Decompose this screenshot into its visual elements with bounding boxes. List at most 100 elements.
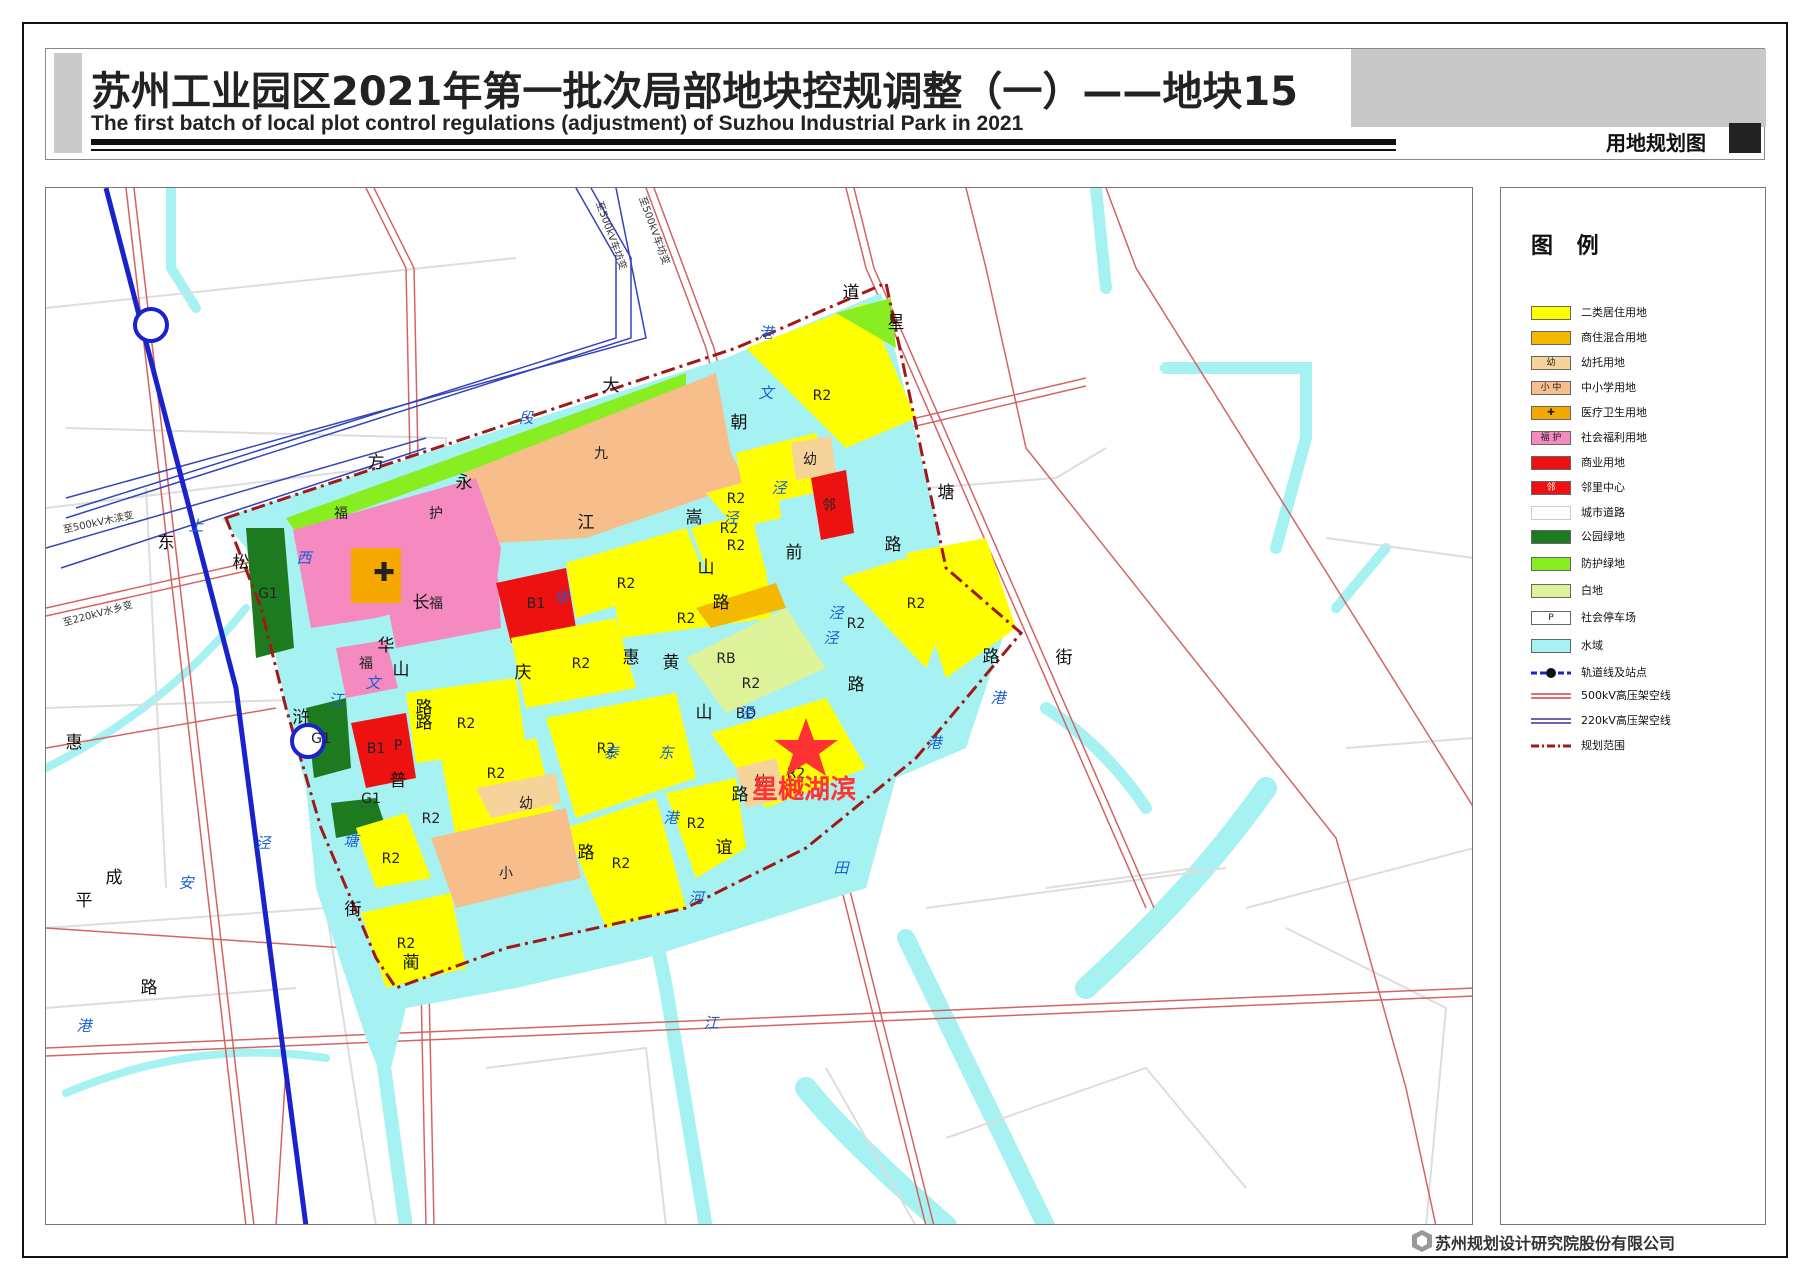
water-char: 文 (365, 674, 382, 692)
road-char: 路 (848, 675, 865, 695)
road-char: 成 (106, 868, 123, 888)
road-char: 惠 (66, 733, 83, 753)
label-r2: R2 (382, 851, 401, 867)
legend-swatch (1531, 714, 1571, 728)
road-char: 路 (416, 698, 433, 718)
legend-label: 幼托用地 (1581, 356, 1625, 369)
legend-swatch: 小 中 (1531, 381, 1571, 395)
road-char: 谊 (716, 838, 733, 858)
legend-swatch (1531, 456, 1571, 470)
transmission-label: 至500kV木渎变 (62, 508, 135, 536)
title-grey-block (1351, 49, 1766, 127)
label-parking: P (394, 738, 402, 754)
road-char: 山 (698, 558, 715, 578)
water-char: 泾 (828, 604, 845, 622)
legend-swatch (1531, 331, 1571, 345)
legend-label: 医疗卫生用地 (1581, 406, 1647, 419)
label-welfare: 福 (334, 506, 348, 522)
label-school: 小 (499, 866, 513, 882)
road-char: 星 (888, 313, 905, 333)
company-logo-icon (1412, 1230, 1432, 1252)
legend-swatch (1531, 306, 1571, 320)
legend-swatch (1531, 689, 1571, 703)
water-char: 江 (328, 691, 345, 709)
label-kindergarten: 幼 (803, 452, 817, 468)
legend-swatch: 幼 (1531, 356, 1571, 370)
road-char: 路 (578, 843, 595, 863)
road-char: 浒 (293, 708, 310, 728)
legend-label: 规划范围 (1581, 739, 1625, 752)
legend-label: 公园绿地 (1581, 530, 1625, 543)
title-block: 苏州工业园区2021年第一批次局部地块控规调整（一）——地块15 The fir… (45, 48, 1766, 160)
road-char: 道 (843, 283, 860, 303)
road-char: 平 (76, 891, 93, 911)
label-r2: R2 (742, 676, 761, 692)
legend-swatch (1531, 666, 1571, 680)
water-char: 段 (518, 409, 535, 427)
road-char: 路 (983, 647, 1000, 667)
legend-label: 二类居住用地 (1581, 306, 1647, 319)
label-r2: R2 (487, 766, 506, 782)
medical-cross-icon: ✚ (373, 558, 395, 588)
road-char: 长 (413, 593, 430, 613)
company-name: 苏州规划设计研究院股份有限公司 (1435, 1234, 1676, 1253)
label-rb: RB (716, 651, 735, 667)
water-char: 上 (188, 517, 204, 535)
legend-label: 邻里中心 (1581, 481, 1625, 494)
road-char: 山 (393, 660, 410, 680)
road-char: 路 (885, 535, 902, 555)
water-char: 安 (178, 874, 195, 892)
legend-label: 水域 (1581, 639, 1603, 652)
road-char: 路 (713, 593, 730, 613)
label-welfare-care: 护 (429, 506, 443, 522)
legend-label: 轨道线及站点 (1581, 666, 1647, 679)
label-neighborhood: 邻 (822, 498, 836, 514)
water-char: 泾 (255, 834, 272, 852)
water-char: 东 (658, 744, 675, 762)
land-use-map[interactable]: R2 R2 R2 R2 R2 R2 R2 R2 R2 R2 R2 R2 R2 R… (46, 188, 1473, 1225)
road-char: 嵩 (686, 508, 703, 528)
road-char: 松 (233, 553, 250, 573)
map-panel[interactable]: R2 R2 R2 R2 R2 R2 R2 R2 R2 R2 R2 R2 R2 R… (45, 187, 1473, 1225)
rail-station-north (133, 307, 169, 343)
road-char: 庆 (515, 663, 532, 683)
label-r2: R2 (847, 616, 866, 632)
legend-label: 社会福利用地 (1581, 431, 1647, 444)
label-kindergarten: 幼 (519, 796, 533, 812)
label-r2: R2 (572, 656, 591, 672)
label-welfare: 福 (429, 596, 443, 612)
label-r2: R2 (727, 538, 746, 554)
legend-label: 中小学用地 (1581, 381, 1636, 394)
road-char: 普 (390, 771, 407, 791)
transmission-label: 至500kV车坊变 (593, 200, 630, 272)
label-nine: 九 (594, 446, 608, 462)
label-r2: R2 (677, 611, 696, 627)
legend-swatch: ✚ (1531, 406, 1571, 420)
label-b1: B1 (367, 741, 386, 757)
water-char: 田 (833, 859, 850, 877)
road-char: 大 (603, 376, 620, 396)
road-char: 朝 (731, 413, 748, 433)
legend-swatch (1531, 506, 1571, 520)
legend-label: 社会停车场 (1581, 611, 1636, 624)
road-char: 塘 (938, 483, 955, 503)
road-char: 街 (345, 900, 362, 920)
road-char: 路 (732, 785, 749, 805)
legend-swatch (1531, 584, 1571, 598)
label-g1: G1 (361, 791, 381, 807)
transmission-label: 至500kV车坊变 (636, 195, 673, 267)
label-welfare: 福 (359, 656, 373, 672)
label-r2: R2 (727, 491, 746, 507)
road-char: 山 (696, 703, 713, 723)
road-char: 方 (368, 453, 385, 473)
planning-area (221, 280, 1024, 1088)
water-char: 泰 (603, 744, 620, 762)
label-r2: R2 (617, 576, 636, 592)
road-char: 前 (786, 543, 803, 563)
label-r2: R2 (397, 936, 416, 952)
legend-label: 商住混合用地 (1581, 331, 1647, 344)
label-b1: B1 (527, 596, 546, 612)
road-char: 江 (578, 513, 595, 533)
water-char: 泾 (771, 479, 788, 497)
water-char: 华 (553, 589, 570, 607)
